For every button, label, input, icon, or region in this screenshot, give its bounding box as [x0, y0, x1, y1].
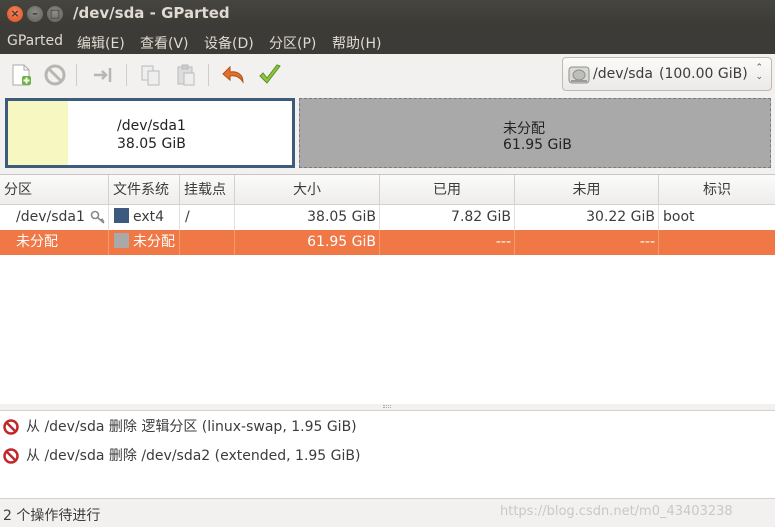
close-icon[interactable]: ×	[7, 6, 23, 22]
col-header-unused[interactable]: 未用	[515, 175, 659, 205]
undo-icon[interactable]	[221, 62, 247, 88]
used-cell: 7.82 GiB	[451, 209, 511, 225]
partition-cell: /dev/sda1	[16, 209, 85, 225]
minimize-icon[interactable]: –	[27, 6, 43, 22]
unallocated-label: 未分配	[503, 121, 545, 137]
filesystem-cell: ext4	[110, 205, 168, 230]
col-header-partition[interactable]: 分区	[0, 175, 109, 205]
mountpoint-cell: /	[185, 209, 190, 225]
table-header: 分区 文件系统 挂载点 大小 已用 未用 标识	[0, 175, 775, 205]
mountpoint-cell	[181, 230, 189, 255]
unallocated-size: 61.95 GiB	[503, 137, 572, 153]
filesystem-label: ext4	[133, 209, 165, 225]
filesystem-color-swatch	[114, 208, 129, 223]
unused-cell: 30.22 GiB	[586, 209, 655, 225]
unused-cell: ---	[639, 234, 655, 250]
size-cell: 61.95 GiB	[307, 234, 376, 250]
pending-operations-list: 从 /dev/sda 删除 逻辑分区 (linux-swap, 1.95 GiB…	[0, 410, 775, 499]
col-header-mountpoint[interactable]: 挂载点	[180, 175, 235, 205]
filesystem-cell: 未分配	[110, 230, 179, 255]
device-selector[interactable]: /dev/sda (100.00 GiB) ⌃ ⌄	[562, 57, 772, 91]
disk-map-partition-sda1[interactable]: /dev/sda1 38.05 GiB	[5, 98, 295, 168]
table-row-selected[interactable]: 未分配 未分配 61.95 GiB --- ---	[0, 230, 775, 255]
toolbar-separator	[126, 64, 127, 86]
new-partition-icon[interactable]	[8, 62, 34, 88]
operation-item[interactable]: 从 /dev/sda 删除 /dev/sda2 (extended, 1.95 …	[3, 445, 763, 467]
flags-cell	[659, 230, 667, 255]
col-header-size[interactable]: 大小	[235, 175, 380, 205]
menu-view[interactable]: 查看(V)	[140, 33, 189, 53]
delete-op-icon	[3, 419, 19, 435]
disk-map: /dev/sda1 38.05 GiB 未分配 61.95 GiB	[0, 96, 775, 172]
apply-icon[interactable]	[257, 62, 283, 88]
paste-icon[interactable]	[173, 62, 199, 88]
key-icon	[90, 210, 105, 224]
device-size: (100.00 GiB)	[659, 66, 748, 82]
size-cell: 38.05 GiB	[307, 209, 376, 225]
status-bar: 2 个操作待进行 https://blog.csdn.net/m0_434032…	[0, 500, 775, 527]
resize-move-icon[interactable]	[90, 62, 116, 88]
operation-text: 从 /dev/sda 删除 /dev/sda2 (extended, 1.95 …	[26, 448, 361, 464]
window-title: /dev/sda - GParted	[73, 4, 230, 22]
col-header-used[interactable]: 已用	[380, 175, 515, 205]
flags-cell: boot	[663, 209, 695, 225]
toolbar-separator	[76, 64, 77, 86]
menu-gparted[interactable]: GParted	[7, 33, 63, 49]
used-cell: ---	[495, 234, 511, 250]
watermark: https://blog.csdn.net/m0_43403238	[500, 504, 733, 519]
filesystem-label: 未分配	[133, 234, 175, 250]
col-header-filesystem[interactable]: 文件系统	[109, 175, 180, 205]
operation-item[interactable]: 从 /dev/sda 删除 逻辑分区 (linux-swap, 1.95 GiB…	[3, 416, 763, 438]
partition-size: 38.05 GiB	[117, 136, 186, 152]
operation-text: 从 /dev/sda 删除 逻辑分区 (linux-swap, 1.95 GiB…	[26, 419, 357, 435]
table-row[interactable]: /dev/sda1 ext4 / 38.05 GiB 7.82 GiB 30.2…	[0, 205, 775, 230]
menu-help[interactable]: 帮助(H)	[332, 33, 381, 53]
partition-name: /dev/sda1	[117, 118, 186, 134]
toolbar-separator	[208, 64, 209, 86]
status-text: 2 个操作待进行	[3, 508, 101, 524]
used-space-bar	[8, 101, 68, 165]
disk-map-unallocated[interactable]: 未分配 61.95 GiB	[299, 98, 771, 168]
splitter-grip[interactable]	[383, 405, 391, 408]
menu-edit[interactable]: 编辑(E)	[77, 33, 125, 53]
menu-bar: GParted 编辑(E) 查看(V) 设备(D) 分区(P) 帮助(H)	[0, 28, 775, 54]
hard-disk-icon	[568, 66, 590, 84]
maximize-icon[interactable]: □	[47, 6, 63, 22]
delete-op-icon	[3, 448, 19, 464]
delete-icon[interactable]	[42, 62, 68, 88]
filesystem-color-swatch	[114, 233, 129, 248]
menu-device[interactable]: 设备(D)	[204, 33, 254, 53]
menu-partition[interactable]: 分区(P)	[269, 33, 316, 53]
partition-table[interactable]: 分区 文件系统 挂载点 大小 已用 未用 标识 /dev/sda1 ext4 /…	[0, 174, 775, 404]
device-name: /dev/sda	[593, 66, 653, 82]
title-bar: × – □ /dev/sda - GParted	[0, 0, 775, 28]
partition-cell: 未分配	[16, 234, 58, 250]
col-header-flags[interactable]: 标识	[659, 175, 775, 205]
dropdown-arrows-icon: ⌃ ⌄	[755, 63, 763, 82]
copy-icon[interactable]	[138, 62, 164, 88]
